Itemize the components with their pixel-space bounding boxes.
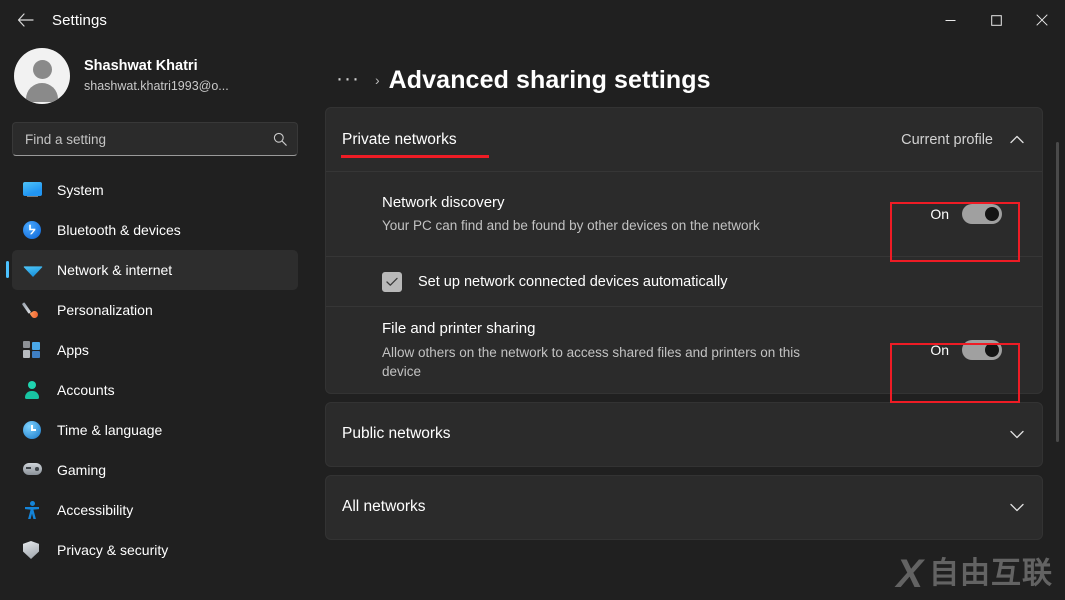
all-networks-header[interactable]: All networks	[326, 476, 1042, 539]
window-controls	[927, 0, 1065, 40]
sidebar: Shashwat Khatri shashwat.khatri1993@o...…	[0, 40, 310, 600]
maximize-icon	[990, 14, 1002, 26]
page-title: Advanced sharing settings	[388, 65, 711, 94]
account-name: Shashwat Khatri	[84, 57, 198, 74]
gamepad-icon	[23, 460, 43, 480]
sidebar-item-label: Network & internet	[57, 262, 173, 278]
close-icon	[1036, 14, 1048, 26]
auto-setup-devices-checkbox[interactable]	[382, 271, 402, 292]
sidebar-item-bluetooth-devices[interactable]: ᔭ Bluetooth & devices	[12, 210, 298, 250]
sidebar-item-accounts[interactable]: Accounts	[12, 370, 298, 410]
search-input[interactable]	[25, 131, 273, 147]
sidebar-item-label: System	[57, 182, 104, 198]
account-email: shashwat.khatri1993@o...	[84, 79, 229, 94]
sidebar-item-personalization[interactable]: Personalization	[12, 290, 298, 330]
network-discovery-row[interactable]: Network discovery Your PC can find and b…	[326, 172, 1042, 256]
back-button[interactable]	[4, 4, 46, 36]
breadcrumb-overflow-button[interactable]: ···	[330, 64, 366, 93]
public-networks-title: Public networks	[342, 425, 451, 443]
paintbrush-icon	[23, 300, 43, 320]
main-scrollbar[interactable]	[1053, 142, 1063, 600]
auto-setup-devices-row[interactable]: Set up network connected devices automat…	[326, 257, 1042, 306]
current-profile-badge: Current profile	[901, 131, 993, 148]
search-box[interactable]	[12, 122, 298, 156]
sidebar-item-label: Accounts	[57, 382, 115, 398]
chevron-up-icon[interactable]	[1010, 135, 1024, 144]
file-printer-sharing-row[interactable]: File and printer sharing Allow others on…	[326, 307, 1042, 393]
file-printer-sharing-description: Allow others on the network to access sh…	[382, 344, 800, 379]
maximize-button[interactable]	[973, 0, 1019, 40]
sidebar-item-apps[interactable]: Apps	[12, 330, 298, 370]
sidebar-nav: System ᔭ Bluetooth & devices Network & i…	[0, 170, 310, 570]
sidebar-item-privacy-security[interactable]: Privacy & security	[12, 530, 298, 570]
settings-list: Private networks Current profile Network…	[310, 102, 1065, 540]
app-title: Settings	[52, 11, 107, 29]
sidebar-item-label: Time & language	[57, 422, 163, 438]
sidebar-item-system[interactable]: System	[12, 170, 298, 210]
file-printer-sharing-toggle[interactable]	[962, 339, 1002, 360]
accounts-person-icon	[23, 380, 43, 400]
system-icon	[23, 180, 43, 200]
network-discovery-description: Your PC can find and be found by other d…	[382, 218, 760, 234]
avatar	[14, 48, 70, 104]
file-printer-sharing-toggle-label: On	[930, 341, 949, 358]
settings-window: Settings Shashwat Khatri shashwat.khatri…	[0, 0, 1065, 600]
checkmark-icon	[386, 277, 398, 286]
chevron-down-icon[interactable]	[1010, 430, 1024, 439]
clock-icon	[23, 420, 43, 440]
private-networks-header[interactable]: Private networks Current profile	[326, 108, 1042, 171]
sidebar-item-label: Bluetooth & devices	[57, 222, 181, 238]
file-printer-sharing-toggle-group: On	[930, 339, 1002, 360]
network-discovery-toggle[interactable]	[962, 204, 1002, 224]
main-content: ··· › Advanced sharing settings Private …	[310, 40, 1065, 600]
breadcrumb-separator-icon: ›	[374, 72, 380, 88]
network-wifi-icon	[23, 260, 43, 280]
sidebar-item-label: Gaming	[57, 462, 107, 478]
private-networks-title: Private networks	[341, 130, 489, 158]
apps-grid-icon	[23, 340, 43, 360]
accessibility-person-icon	[23, 500, 43, 520]
search-icon	[273, 132, 287, 146]
all-networks-card: All networks	[325, 474, 1043, 540]
scrollbar-thumb[interactable]	[1056, 142, 1059, 442]
sidebar-item-accessibility[interactable]: Accessibility	[12, 490, 298, 530]
close-button[interactable]	[1019, 0, 1065, 40]
private-networks-card: Private networks Current profile Network…	[325, 107, 1043, 394]
account-block[interactable]: Shashwat Khatri shashwat.khatri1993@o...	[0, 40, 310, 112]
minimize-button[interactable]	[927, 0, 973, 40]
sidebar-item-network-internet[interactable]: Network & internet	[6, 250, 298, 290]
public-networks-header[interactable]: Public networks	[326, 403, 1042, 466]
shield-icon	[23, 540, 43, 560]
chevron-down-icon[interactable]	[1010, 503, 1024, 512]
breadcrumb: ··· › Advanced sharing settings	[310, 40, 1065, 102]
sidebar-item-label: Personalization	[57, 302, 153, 318]
sidebar-item-label: Privacy & security	[57, 542, 169, 558]
sidebar-item-label: Apps	[57, 342, 89, 358]
all-networks-title: All networks	[342, 498, 426, 516]
sidebar-item-gaming[interactable]: Gaming	[12, 450, 298, 490]
sidebar-item-time-language[interactable]: Time & language	[12, 410, 298, 450]
title-bar: Settings	[0, 0, 1065, 40]
bluetooth-icon: ᔭ	[23, 220, 43, 240]
back-arrow-icon	[17, 13, 34, 27]
sidebar-item-label: Accessibility	[57, 502, 134, 518]
public-networks-card: Public networks	[325, 401, 1043, 467]
network-discovery-toggle-label: On	[930, 206, 949, 222]
network-discovery-title: Network discovery	[382, 193, 505, 211]
file-printer-sharing-title: File and printer sharing	[382, 320, 536, 337]
minimize-icon	[945, 19, 955, 21]
network-discovery-toggle-group: On	[930, 204, 1002, 224]
auto-setup-devices-label: Set up network connected devices automat…	[418, 273, 728, 290]
